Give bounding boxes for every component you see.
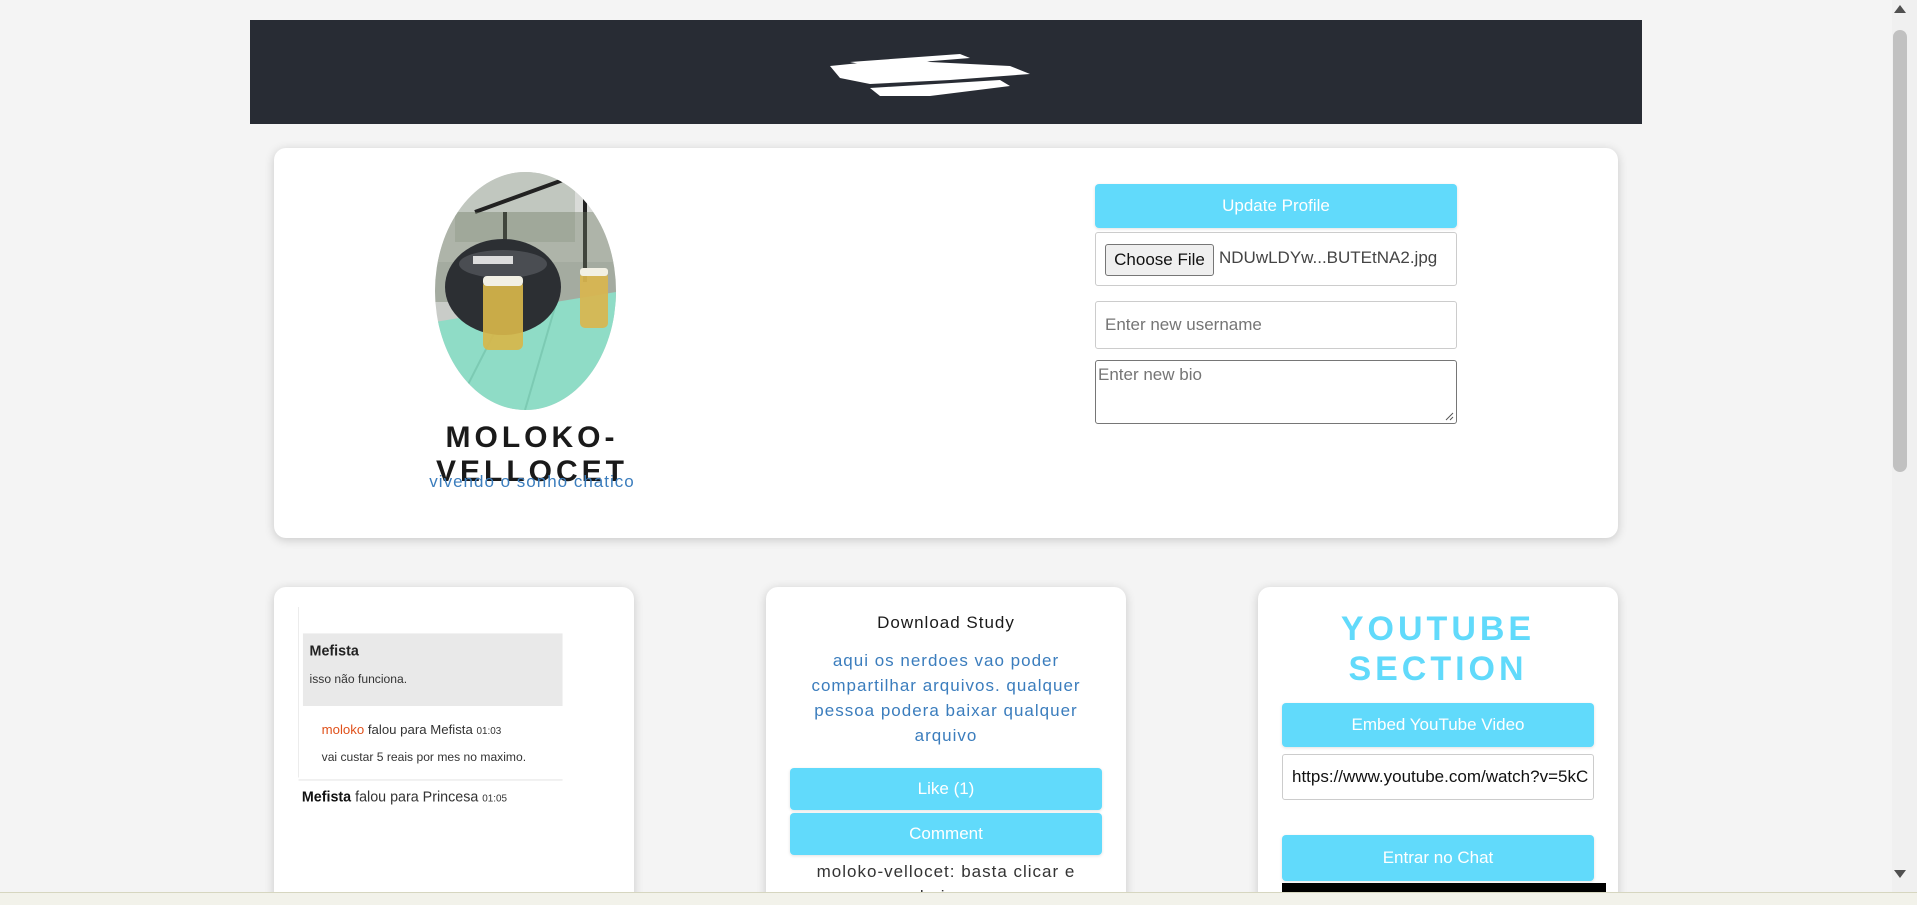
profile-card: MOLOKO-VELLOCET vivendo o sonho chatico … [274,148,1618,538]
enter-chat-button[interactable]: Entrar no Chat [1282,835,1594,881]
scrollbar-thumb[interactable] [1893,30,1907,472]
profile-picture-file-input[interactable]: Choose File NDUwLDYw...BUTEtNA2.jpg [1095,232,1457,286]
new-username-input[interactable]: Enter new username [1095,301,1457,349]
avatar-photo-icon [435,172,616,410]
chat-message-sender: Mefista [309,642,359,659]
profile-avatar [435,172,616,410]
scroll-down-arrow-icon[interactable] [1894,870,1906,878]
new-bio-textarea[interactable]: Enter new bio [1095,360,1457,424]
study-title: Download Study [877,613,1015,632]
video-embed-frame[interactable] [1282,883,1606,892]
chat-message-verb: falou para Mefista [364,722,477,738]
scroll-up-arrow-icon[interactable] [1894,5,1906,13]
vertical-scrollbar[interactable] [1892,0,1917,892]
new-bio-placeholder: Enter new bio [1098,365,1202,384]
window-bottom-edge [0,892,1917,905]
youtube-section-card: YOUTUBE SECTION Embed YouTube Video http… [1258,587,1618,892]
chat-message-header: Mefista falou para Princesa 01:05 [302,789,507,806]
header-bar [250,20,1642,124]
chat-message-header: moloko falou para Mefista 01:03 [322,723,502,738]
selected-file-name: NDUwLDYw...BUTEtNA2.jpg [1219,248,1438,267]
chat-message-time: 01:05 [482,792,508,804]
youtube-url-input[interactable]: https://www.youtube.com/watch?v=5kC [1282,754,1594,800]
chat-message-time: 01:03 [476,725,502,737]
like-button[interactable]: Like (1) [790,768,1102,810]
redacted-logo-icon [830,54,1030,96]
study-comment: moloko-vellocet: basta clicar e baixar [816,862,1076,892]
chat-screenshot: Mefista isso não funciona. moloko falou … [298,607,629,805]
profile-bio: vivendo o sonho chatico [429,472,635,491]
update-profile-button[interactable]: Update Profile [1095,184,1457,228]
study-description: aqui os nerdoes vao poder compartilhar a… [811,651,1081,745]
choose-file-button[interactable]: Choose File [1105,244,1214,276]
chat-sender-nick: moloko [321,722,365,738]
chat-message-text: vai custar 5 reais por mes no maximo. [321,750,527,764]
chat-message-verb: falou para Princesa [351,788,483,806]
embed-youtube-button[interactable]: Embed YouTube Video [1282,703,1594,747]
chat-divider [298,779,563,781]
page-viewport: MOLOKO-VELLOCET vivendo o sonho chatico … [0,0,1892,892]
resize-handle-icon[interactable] [1444,411,1454,421]
chat-sender-nick: Mefista [301,788,352,806]
chat-preview-card: Mefista isso não funciona. moloko falou … [274,587,634,892]
youtube-section-title: YOUTUBE SECTION [1340,610,1536,688]
download-study-card: Download Study aqui os nerdoes vao poder… [766,587,1126,892]
comment-button[interactable]: Comment [790,813,1102,855]
chat-message-text: isso não funciona. [309,671,408,686]
